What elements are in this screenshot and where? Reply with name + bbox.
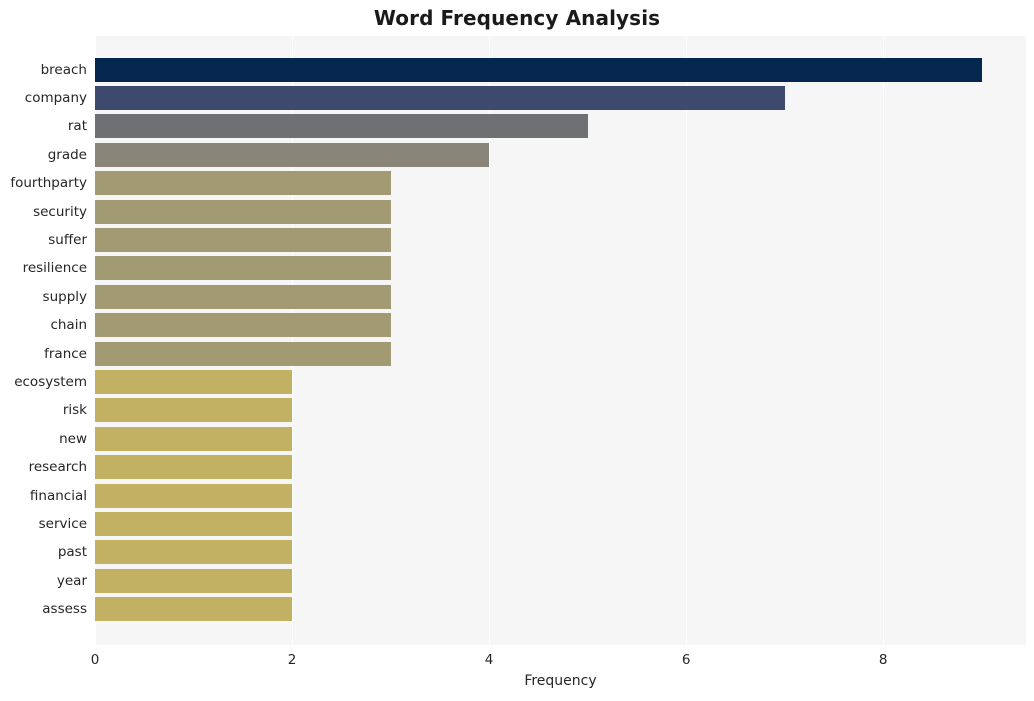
x-tick-label-4: 4 [484, 652, 494, 668]
bar [95, 597, 293, 622]
y-tick-label-fourthparty: fourthparty [10, 175, 87, 192]
y-tick-label-new: new [59, 430, 87, 447]
x-tick-label-8: 8 [878, 652, 888, 668]
y-tick-label-research: research [28, 459, 87, 476]
bar [95, 57, 982, 82]
bar [95, 512, 293, 537]
bar [95, 370, 293, 395]
y-tick-label-company: company [24, 89, 87, 106]
bar [95, 426, 293, 451]
bar [95, 142, 490, 167]
bar [95, 398, 293, 423]
word-frequency-chart-figure: Word Frequency Analysis breach company rat… [0, 0, 1034, 701]
y-tick-label-past: past [57, 544, 87, 561]
plot-area [95, 36, 1026, 645]
bars-layer [95, 36, 1026, 645]
bar [95, 313, 391, 338]
y-tick-label-france: france [44, 345, 87, 362]
x-tick-label-6: 6 [681, 652, 691, 668]
bar [95, 483, 293, 508]
y-tick-label-chain: chain [50, 317, 87, 334]
y-tick-label-breach: breach [40, 61, 87, 78]
y-tick-label-resilience: resilience [22, 260, 87, 277]
chart-title: Word Frequency Analysis [373, 6, 661, 30]
x-tick-label-2: 2 [287, 652, 297, 668]
y-tick-label-service: service [38, 516, 87, 533]
bar [95, 540, 293, 565]
bar [95, 284, 391, 309]
y-axis-tick-labels: breach company rat grade fourthparty security… [0, 36, 87, 645]
y-tick-label-rat: rat [67, 118, 87, 135]
y-tick-label-year: year [56, 572, 87, 589]
x-tick-label-0: 0 [90, 652, 100, 668]
y-tick-label-ecosystem: ecosystem [14, 374, 87, 391]
bar [95, 455, 293, 480]
y-tick-label-financial: financial [29, 487, 87, 504]
bar [95, 256, 391, 281]
bar [95, 341, 391, 366]
bar [95, 568, 293, 593]
y-tick-label-suffer: suffer [48, 232, 87, 249]
bar [95, 199, 391, 224]
y-tick-label-grade: grade [47, 146, 87, 163]
y-tick-label-security: security [33, 203, 87, 220]
x-axis-title: Frequency [524, 673, 597, 689]
y-tick-label-supply: supply [42, 288, 87, 305]
bar [95, 228, 391, 253]
y-tick-label-risk: risk [62, 402, 87, 419]
y-tick-label-assess: assess [42, 601, 87, 618]
bar [95, 171, 391, 196]
bar [95, 114, 588, 139]
bar [95, 85, 785, 110]
x-axis-tick-labels: 0 2 4 6 8 [0, 645, 1034, 675]
